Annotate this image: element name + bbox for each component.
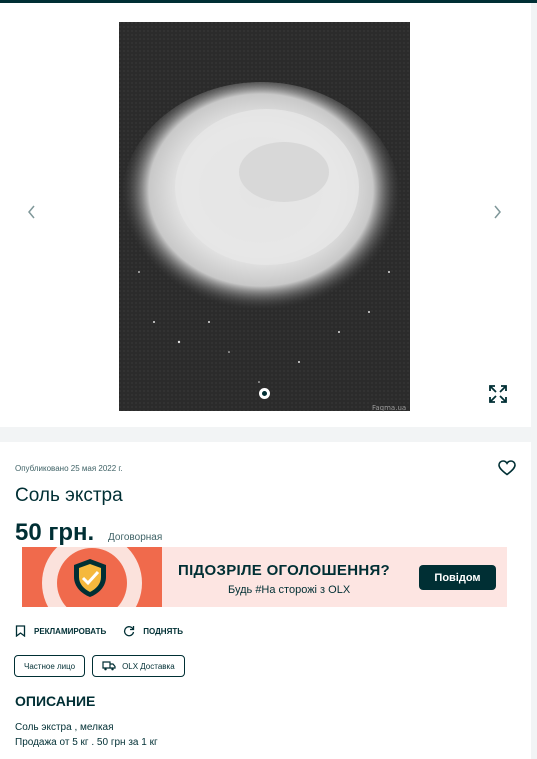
raise-button[interactable]: ПОДНЯТЬ [123, 625, 183, 637]
raise-label: ПОДНЯТЬ [143, 626, 183, 636]
ad-actions: РЕКЛАМИРОВАТЬ ПОДНЯТЬ [15, 624, 200, 638]
seller-type-tag[interactable]: Частное лицо [14, 655, 86, 677]
bookmark-icon [15, 625, 26, 637]
shield-check-icon [74, 559, 106, 597]
description-line: Продажа от 5 кг . 50 грн за 1 кг [15, 737, 158, 748]
chevron-right-icon [494, 205, 501, 219]
ad-title: Соль экстра [15, 485, 123, 506]
ad-price: 50 грн. [15, 519, 95, 546]
image-watermark: Faqma.ua [372, 404, 407, 412]
chevron-left-icon [28, 205, 35, 219]
price-negotiable-label: Договорная [108, 532, 163, 543]
published-date: Опубликовано 25 мая 2022 г. [15, 464, 123, 473]
banner-heading: ПІДОЗРІЛЕ ОГОЛОШЕННЯ? [178, 562, 391, 579]
refresh-icon [124, 626, 135, 637]
delivery-label: OLX Доставка [122, 661, 175, 671]
favorite-button[interactable] [498, 460, 516, 476]
next-image-button[interactable] [486, 201, 508, 223]
ad-tags: Частное лицо OLX Доставка [14, 655, 192, 677]
banner-graphic [22, 547, 162, 607]
promote-button[interactable]: РЕКЛАМИРОВАТЬ [15, 625, 106, 637]
expand-icon [489, 385, 507, 403]
product-photo[interactable] [119, 22, 410, 411]
description-heading: ОПИСАНИЕ [15, 693, 96, 709]
heart-icon [498, 460, 516, 476]
truck-icon [102, 661, 116, 671]
description-line: Соль экстра , мелкая [15, 722, 114, 733]
report-button[interactable]: Повідом [419, 565, 496, 590]
delivery-tag[interactable]: OLX Доставка [92, 655, 185, 677]
prev-image-button[interactable] [21, 201, 43, 223]
seller-type-label: Частное лицо [24, 661, 76, 671]
ad-details: Опубликовано 25 мая 2022 г. Соль экстра … [0, 442, 531, 759]
banner-subtext: Будь #На сторожі з OLX [228, 584, 351, 596]
safety-banner[interactable]: ПІДОЗРІЛЕ ОГОЛОШЕННЯ? Будь #На сторожі з… [22, 547, 507, 607]
gallery-indicator-dot[interactable] [259, 388, 270, 399]
fullscreen-button[interactable] [487, 383, 509, 405]
promote-label: РЕКЛАМИРОВАТЬ [34, 626, 107, 636]
image-gallery: Faqma.ua [0, 3, 531, 427]
